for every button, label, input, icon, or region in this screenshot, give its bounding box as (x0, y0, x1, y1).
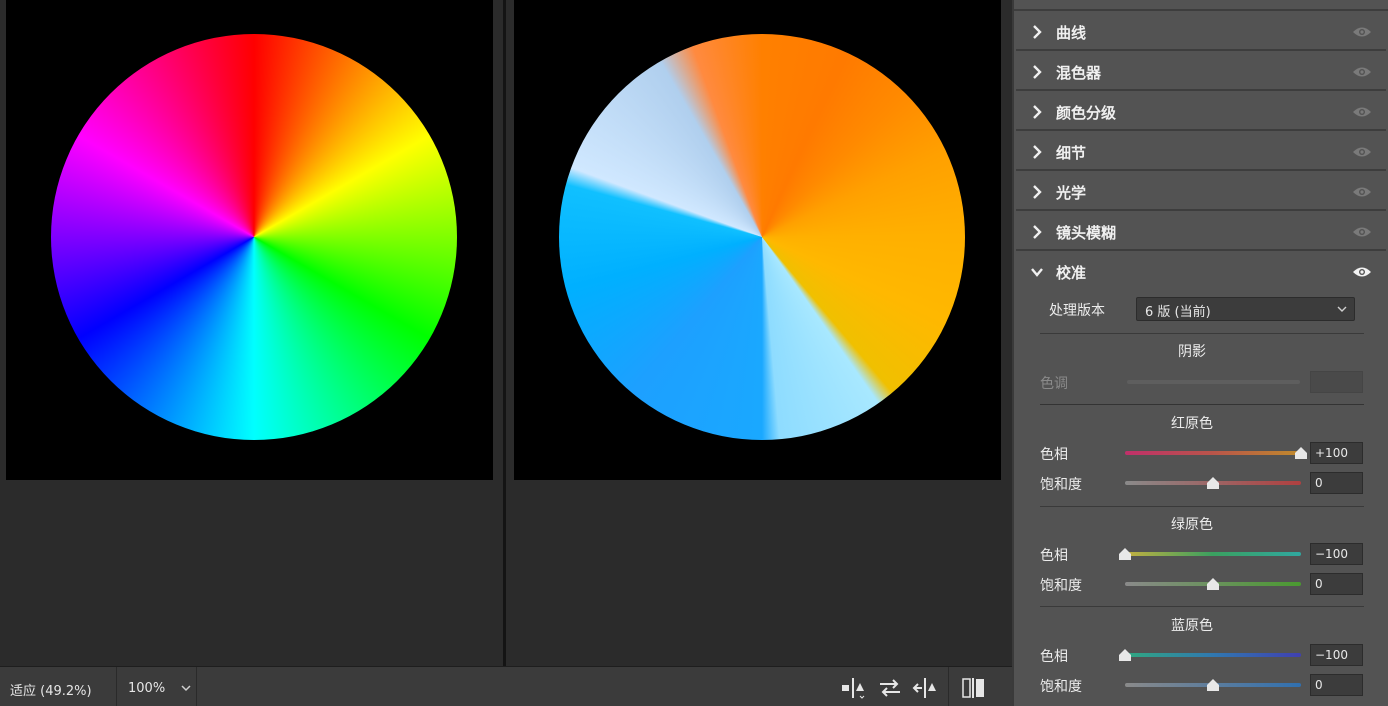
chevron-right-icon (1033, 65, 1042, 79)
shadows-tint-slider (1127, 380, 1300, 384)
eye-icon[interactable] (1352, 65, 1372, 79)
green-saturation-slider-thumb[interactable] (1207, 578, 1219, 590)
chevron-right-icon (1033, 145, 1042, 159)
view-statusbar: 适应 (49.2%) 100% (0, 666, 1012, 706)
red-primary-title: 红原色 (1171, 416, 1213, 432)
swap-settings-icon[interactable] (877, 677, 903, 699)
section-title: 混色器 (1056, 64, 1102, 82)
red-hue-label: 色相 (1040, 447, 1068, 463)
chevron-right-icon (1033, 185, 1042, 199)
blue-saturation-input[interactable]: 0 (1310, 674, 1363, 696)
separator (116, 667, 117, 706)
green-hue-slider[interactable] (1125, 552, 1301, 556)
green-hue-label: 色相 (1040, 548, 1068, 564)
section-title: 曲线 (1056, 24, 1087, 42)
green-saturation-input[interactable]: 0 (1310, 573, 1363, 595)
red-saturation-label: 饱和度 (1040, 477, 1082, 493)
blue-hue-label: 色相 (1040, 649, 1068, 665)
after-pane[interactable] (506, 0, 1012, 666)
fit-zoom-option[interactable]: 适应 (49.2%) (10, 680, 92, 699)
zoom-dropdown-icon[interactable] (176, 675, 196, 701)
zoom-100-option[interactable]: 100% (128, 681, 165, 696)
divider (1040, 606, 1364, 607)
section-lens-blur[interactable]: 镜头模糊 (1016, 213, 1386, 251)
shadows-tint-input (1310, 371, 1363, 393)
green-hue-input[interactable]: −100 (1310, 543, 1363, 565)
green-saturation-label: 饱和度 (1040, 578, 1082, 594)
before-after-toggle-icon[interactable] (840, 677, 866, 699)
section-title: 光学 (1056, 184, 1087, 202)
section-color-grading[interactable]: 颜色分级 (1016, 93, 1386, 131)
eye-icon[interactable] (1352, 145, 1372, 159)
section-title: 细节 (1056, 144, 1087, 162)
red-saturation-slider-thumb[interactable] (1207, 477, 1219, 489)
after-image[interactable] (514, 0, 1001, 480)
eye-icon[interactable] (1352, 265, 1372, 279)
section-curves[interactable]: 曲线 (1016, 13, 1386, 51)
panel-top-strip (1014, 0, 1388, 11)
green-primary-title: 绿原色 (1171, 517, 1213, 533)
red-hue-input[interactable]: +100 (1310, 442, 1363, 464)
blue-saturation-slider-thumb[interactable] (1207, 679, 1219, 691)
separator (948, 667, 949, 706)
shadows-tint-label: 色调 (1040, 376, 1068, 392)
process-version-select[interactable]: 6 版 (当前) (1136, 297, 1355, 321)
divider (1040, 404, 1364, 405)
blue-saturation-label: 饱和度 (1040, 679, 1082, 695)
chevron-right-icon (1033, 105, 1042, 119)
blue-primary-title: 蓝原色 (1171, 618, 1213, 634)
eye-icon[interactable] (1352, 225, 1372, 239)
compare-view-icon[interactable] (960, 677, 986, 699)
separator (196, 667, 197, 706)
process-version-label: 处理版本 (1049, 303, 1105, 319)
section-title: 镜头模糊 (1056, 224, 1117, 242)
divider (1040, 333, 1364, 334)
process-version-value: 6 版 (当前) (1145, 305, 1211, 320)
eye-icon[interactable] (1352, 185, 1372, 199)
section-detail[interactable]: 细节 (1016, 133, 1386, 171)
blue-hue-input[interactable]: −100 (1310, 644, 1363, 666)
chevron-down-icon (1337, 306, 1347, 312)
before-pane[interactable] (0, 0, 503, 666)
red-hue-slider-thumb[interactable] (1295, 447, 1307, 459)
section-title: 颜色分级 (1056, 104, 1117, 122)
section-optics[interactable]: 光学 (1016, 173, 1386, 211)
section-title: 校准 (1056, 264, 1087, 282)
chevron-down-icon (1031, 268, 1043, 277)
copy-settings-icon[interactable] (912, 677, 938, 699)
canvas-area (0, 0, 1012, 666)
original-color-wheel (51, 34, 457, 440)
chevron-right-icon (1033, 225, 1042, 239)
blue-hue-slider-thumb[interactable] (1119, 649, 1131, 661)
green-hue-slider-thumb[interactable] (1119, 548, 1131, 560)
chevron-right-icon (1033, 25, 1042, 39)
section-calibration[interactable]: 校准 (1016, 253, 1386, 291)
eye-icon[interactable] (1352, 25, 1372, 39)
before-image[interactable] (6, 0, 493, 480)
eye-icon[interactable] (1352, 105, 1372, 119)
calibrated-color-wheel (559, 34, 965, 440)
shadows-title: 阴影 (1178, 344, 1206, 360)
blue-hue-slider[interactable] (1125, 653, 1301, 657)
red-saturation-input[interactable]: 0 (1310, 472, 1363, 494)
section-color-mixer[interactable]: 混色器 (1016, 53, 1386, 91)
divider (1040, 506, 1364, 507)
red-hue-slider[interactable] (1125, 451, 1301, 455)
